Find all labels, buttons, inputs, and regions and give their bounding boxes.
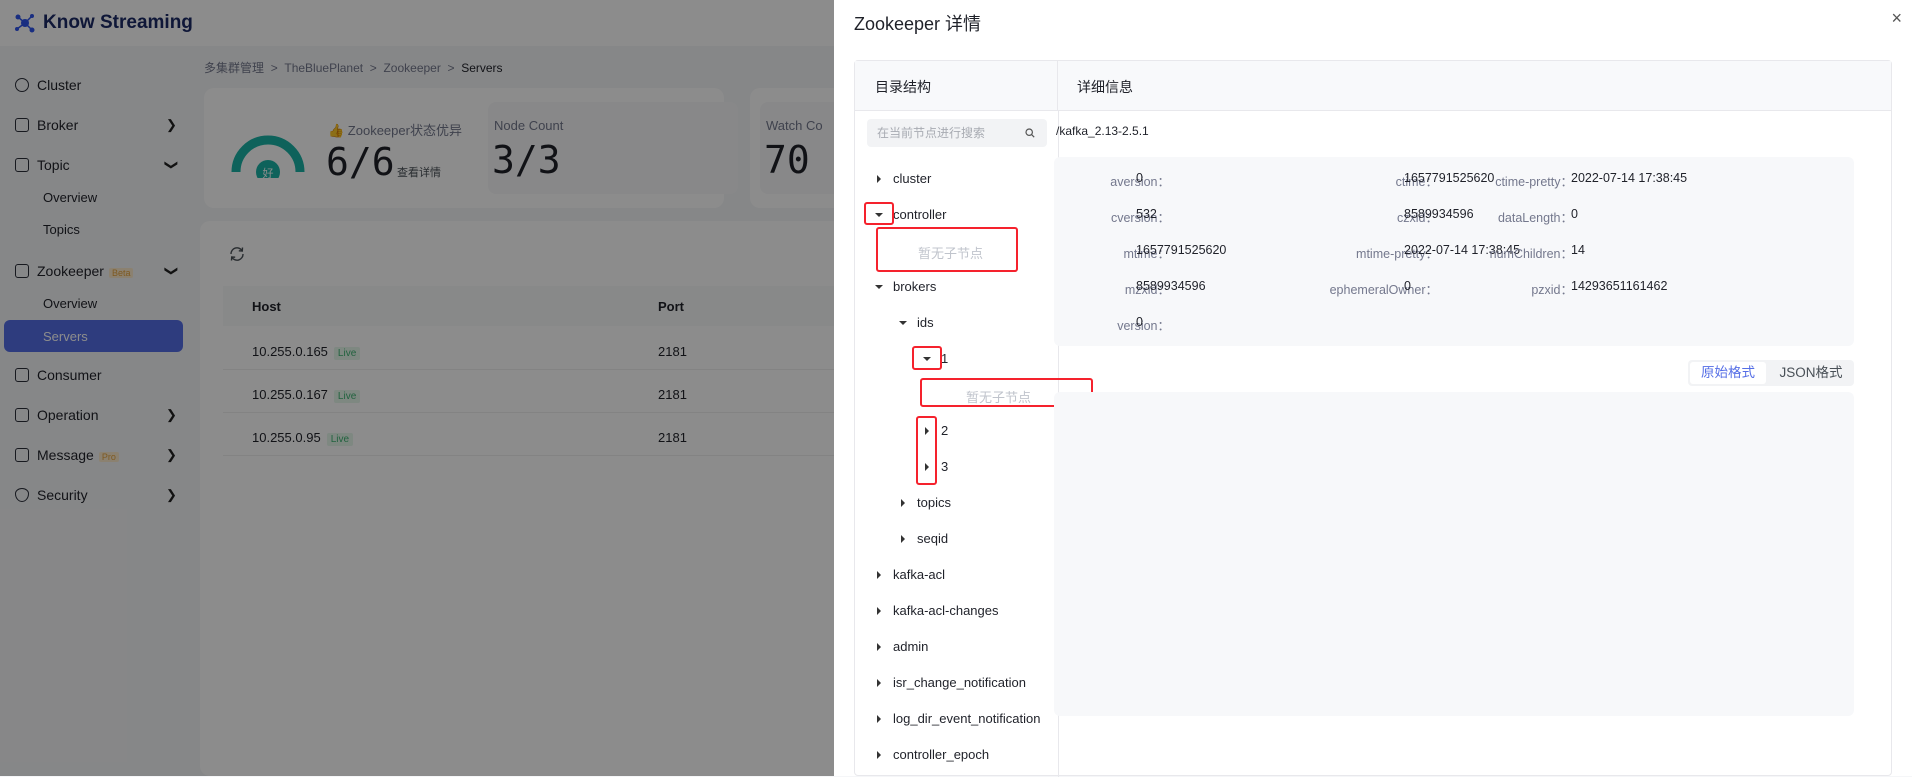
tree-node-cluster[interactable]: cluster <box>893 171 931 186</box>
tab-raw-format[interactable]: 原始格式 <box>1690 362 1766 384</box>
collapse-caret-icon[interactable] <box>875 285 883 289</box>
tree-node-isr-change-notification[interactable]: isr_change_notification <box>893 675 1026 690</box>
collapse-caret-icon[interactable] <box>923 357 931 361</box>
tree-node-controller[interactable]: controller <box>893 207 946 222</box>
zookeeper-detail-drawer: Zookeeper 详情 × 目录结构 详细信息 cluster control… <box>834 0 1912 777</box>
stat-datalength-value: 0 <box>1571 207 1578 221</box>
tree-node-seqid[interactable]: seqid <box>917 531 948 546</box>
tree-node-admin[interactable]: admin <box>893 639 928 654</box>
node-path: /kafka_2.13-2.5.1 <box>1056 124 1149 138</box>
expand-caret-icon[interactable] <box>877 715 881 723</box>
stat-ephemeral-owner: ephemeralOwner： <box>1329 283 1438 297</box>
expand-caret-icon[interactable] <box>925 463 929 471</box>
tree-node-log-dir-event-notification[interactable]: log_dir_event_notification <box>893 711 1040 726</box>
close-icon[interactable]: × <box>1891 8 1902 29</box>
tree-node-kafka-acl-changes[interactable]: kafka-acl-changes <box>893 603 999 618</box>
expand-caret-icon[interactable] <box>901 499 905 507</box>
stat-ctime-pretty-value: 2022-07-14 17:38:45 <box>1571 171 1688 185</box>
tree-search-input[interactable] <box>867 119 1047 147</box>
tree-node-ids[interactable]: ids <box>917 315 934 330</box>
search-icon[interactable] <box>1025 128 1035 138</box>
format-toggle: 原始格式 JSON格式 <box>1688 360 1854 386</box>
stat-numchildren-value: 14 <box>1571 243 1585 257</box>
stat-version: version： <box>1117 319 1170 333</box>
app: Know Streaming Cluster Broker ❯ Topic ❯ … <box>0 0 1912 777</box>
expand-caret-icon[interactable] <box>877 607 881 615</box>
expand-caret-icon[interactable] <box>877 751 881 759</box>
stat-ctime-value: 1657791525620 <box>1404 171 1495 185</box>
tree-node-1[interactable]: 1 <box>941 351 948 366</box>
stat-pzxid: pzxid： <box>1531 283 1573 297</box>
collapse-caret-icon[interactable] <box>875 213 883 217</box>
stat-numchildren: numChildren： <box>1489 247 1573 261</box>
expand-caret-icon[interactable] <box>877 679 881 687</box>
stat-ctime-pretty: ctime-pretty： <box>1495 175 1573 189</box>
drawer-title: Zookeeper 详情 <box>854 14 982 34</box>
node-data-viewer <box>1054 392 1854 716</box>
tree-header-label: 目录结构 <box>875 79 931 95</box>
tree-node-3[interactable]: 3 <box>941 459 948 474</box>
empty-children-text: 暂无子节点 <box>966 390 1032 405</box>
expand-caret-icon[interactable] <box>901 535 905 543</box>
tree-node-kafka-acl[interactable]: kafka-acl <box>893 567 945 582</box>
collapse-caret-icon[interactable] <box>899 321 907 325</box>
expand-caret-icon[interactable] <box>877 643 881 651</box>
tab-json-format[interactable]: JSON格式 <box>1770 362 1852 384</box>
stat-ephemeral-owner-value: 0 <box>1404 279 1411 293</box>
detail-header: 详细信息 <box>1058 61 1891 111</box>
stat-pzxid-value: 14293651161462 <box>1571 279 1668 293</box>
tree-node-topics[interactable]: topics <box>917 495 951 510</box>
expand-caret-icon[interactable] <box>925 427 929 435</box>
tree-header: 目录结构 <box>855 61 1058 111</box>
stat-mtime-value: 1657791525620 <box>1136 243 1227 257</box>
tree-node-controller-epoch[interactable]: controller_epoch <box>893 747 989 762</box>
expand-caret-icon[interactable] <box>877 175 881 183</box>
stat-version-value: 0 <box>1136 315 1143 329</box>
expand-caret-icon[interactable] <box>877 571 881 579</box>
tree-node-2[interactable]: 2 <box>941 423 948 438</box>
stat-czxid-value: 8589934596 <box>1404 207 1474 221</box>
stat-cversion-value: 532 <box>1136 207 1157 221</box>
stat-aversion-value: 0 <box>1136 171 1143 185</box>
detail-header-label: 详细信息 <box>1077 79 1133 95</box>
node-stat-box: aversion： 0 ctime： 1657791525620 ctime-p… <box>1054 157 1854 346</box>
stat-mzxid-value: 8589934596 <box>1136 279 1206 293</box>
stat-datalength: dataLength： <box>1497 211 1573 225</box>
empty-children-text: 暂无子节点 <box>918 246 984 261</box>
tree-node-brokers[interactable]: brokers <box>893 279 936 294</box>
